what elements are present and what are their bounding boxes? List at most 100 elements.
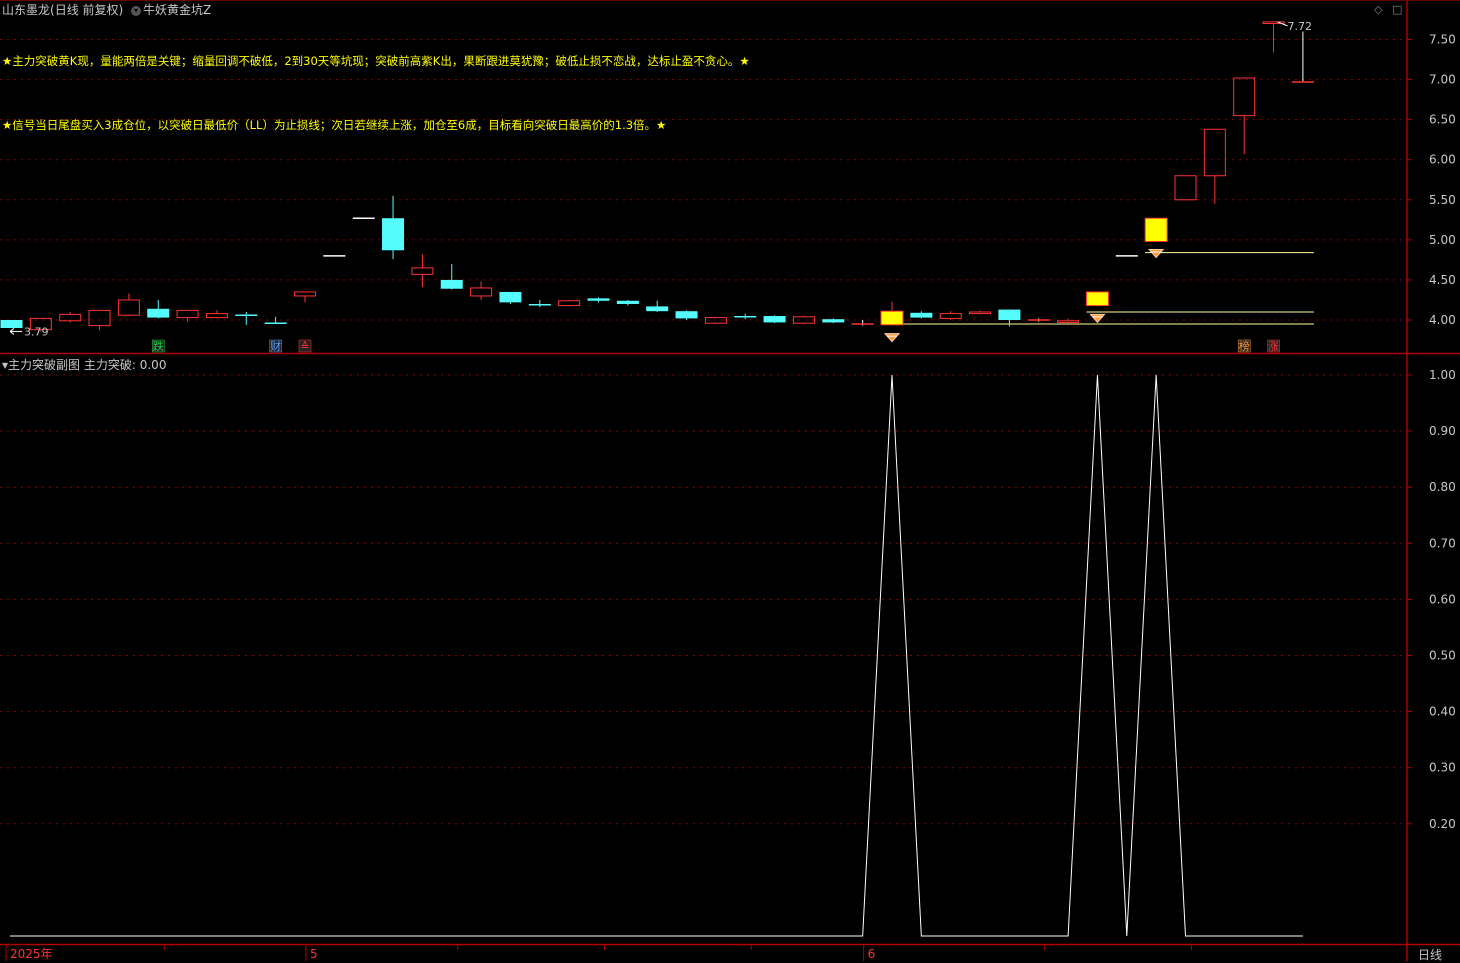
- price-tick-label: 7.50: [1429, 33, 1456, 47]
- candle: [763, 315, 786, 324]
- signal-tick-label: 0.20: [1429, 817, 1456, 831]
- candle-body: [910, 312, 933, 318]
- badge-text: ≙: [300, 340, 309, 353]
- candle: [411, 254, 434, 288]
- candle: [880, 301, 904, 326]
- badge-text: 榜: [1239, 339, 1250, 353]
- chart-frame: [0, 0, 1460, 961]
- candle: [675, 310, 698, 320]
- candle-body: [822, 319, 845, 323]
- candle: [1203, 128, 1226, 204]
- candle: [294, 291, 316, 303]
- event-badge: 跌: [152, 339, 165, 353]
- price-tick-label: 4.50: [1429, 273, 1456, 287]
- low-price-label: 3.79: [24, 325, 49, 338]
- candle-body: [880, 310, 904, 326]
- candle: [499, 291, 522, 304]
- candle-body: [499, 291, 522, 303]
- candle: [851, 320, 874, 326]
- time-tick-label: 5: [310, 947, 318, 961]
- markers: 3.79 7.72 跌 财 ≙ 榜 涨: [9, 20, 1312, 353]
- candle: [1057, 318, 1080, 324]
- candle-body: [88, 309, 111, 327]
- signal-tick-label: 1.00: [1429, 368, 1456, 382]
- candle: [969, 310, 992, 315]
- candle: [587, 297, 610, 303]
- candle-body: [616, 300, 639, 304]
- signal-tick-label: 0.90: [1429, 424, 1456, 438]
- candle-body: [147, 308, 170, 318]
- candle-body: [440, 279, 463, 289]
- price-tick-label: 5.50: [1429, 193, 1456, 207]
- candle: [1085, 291, 1109, 307]
- event-badge: ≙: [298, 339, 312, 353]
- candle-body: [117, 299, 140, 316]
- candle-body: [1174, 175, 1197, 201]
- price-tick-label: 6.00: [1429, 153, 1456, 167]
- badge-text: 涨: [1268, 340, 1279, 353]
- candle: [822, 318, 845, 324]
- candle: [646, 300, 669, 312]
- candle: [176, 309, 199, 322]
- candle: [205, 310, 228, 319]
- signal-tick-label: 0.40: [1429, 705, 1456, 719]
- time-tick-label: 6: [868, 947, 876, 961]
- price-tick-label: 4.00: [1429, 313, 1456, 327]
- candle: [528, 299, 551, 308]
- candle: [117, 293, 140, 316]
- candle-body: [470, 287, 493, 297]
- price-axis: 7.50 7.00 6.50 6.00 5.50 5.00 4.50 4.00: [1407, 33, 1456, 327]
- signal-marker: [1148, 248, 1165, 259]
- candle-body: [558, 300, 581, 307]
- candle-body: [939, 313, 962, 319]
- candle: [440, 263, 463, 290]
- candle: [558, 299, 581, 307]
- candle: [235, 311, 258, 325]
- candle: [59, 311, 82, 323]
- candle-body: [294, 291, 316, 297]
- signal-tick-label: 0.70: [1429, 536, 1456, 550]
- signal-marker: [1089, 313, 1106, 324]
- event-badge: 涨: [1267, 339, 1280, 353]
- candle-body: [176, 309, 199, 319]
- candle-body: [205, 313, 228, 319]
- candle: [792, 315, 815, 325]
- candle: [1027, 318, 1050, 322]
- price-tick-label: 7.00: [1429, 73, 1456, 87]
- candle-body: [675, 311, 698, 319]
- candle: [1262, 21, 1285, 53]
- candle-body: [1233, 77, 1256, 117]
- event-badge: 财: [269, 339, 282, 353]
- candle: [734, 313, 757, 320]
- candle: [382, 195, 405, 260]
- candle: [1174, 175, 1197, 201]
- signal-tick-label: 0.30: [1429, 761, 1456, 775]
- candle-body: [763, 315, 786, 323]
- candle-body: [1144, 217, 1168, 242]
- candle: [910, 311, 933, 319]
- candle-body: [1203, 128, 1226, 177]
- candle: [616, 299, 639, 306]
- signal-axis: 1.00 0.90 0.80 0.70 0.60 0.50 0.40 0.30 0.20: [1407, 368, 1456, 831]
- candle-body: [411, 267, 434, 275]
- signal-tick-label: 0.60: [1429, 592, 1456, 606]
- badge-text: 财: [270, 339, 281, 353]
- signal-tick-label: 0.80: [1429, 480, 1456, 494]
- candle-body: [998, 309, 1021, 320]
- price-tick-label: 5.00: [1429, 233, 1456, 247]
- badge-text: 跌: [153, 339, 164, 353]
- candle-body: [1085, 291, 1109, 307]
- candle-body: [792, 316, 815, 324]
- candles: [0, 21, 1314, 332]
- event-badge: 榜: [1237, 339, 1251, 353]
- candle: [0, 320, 23, 329]
- candle-body: [1057, 320, 1080, 323]
- candle: [1144, 217, 1168, 242]
- signal-marker: [883, 333, 901, 343]
- price-tick-label: 6.50: [1429, 113, 1456, 127]
- signal-tick-label: 0.50: [1429, 649, 1456, 663]
- chart-canvas[interactable]: 7.50 7.00 6.50 6.00 5.50 5.00 4.50 4.00 1.00 0.9…: [0, 0, 1460, 961]
- candle: [939, 311, 962, 320]
- time-axis: 2025年 5 6: [5, 945, 1192, 961]
- candle-body: [0, 320, 23, 329]
